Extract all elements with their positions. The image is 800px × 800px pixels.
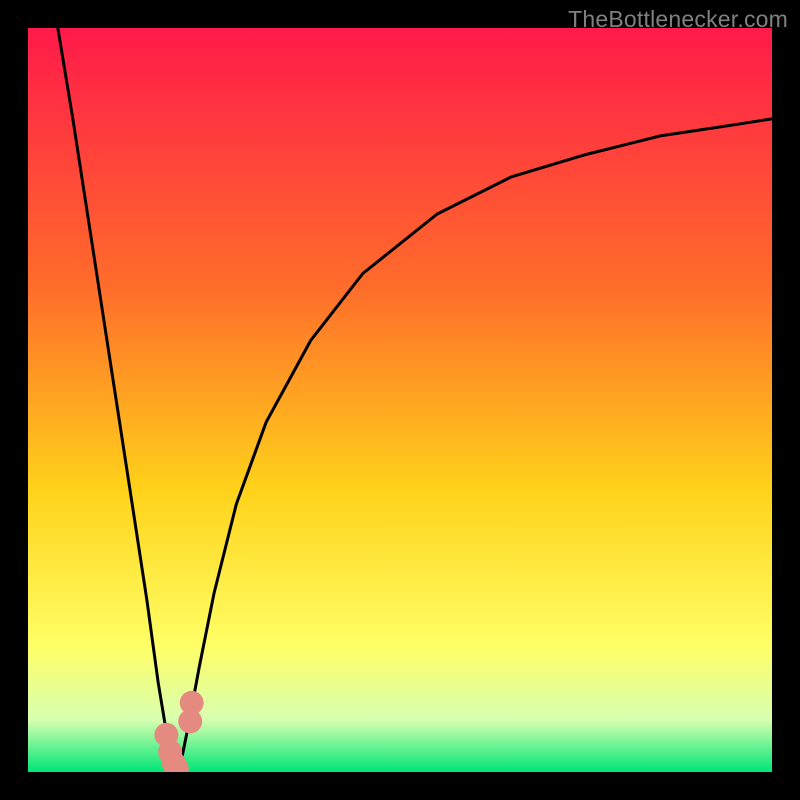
watermark-text: TheBottlenecker.com [568,6,788,33]
plot-area [28,28,772,772]
bottleneck-chart [28,28,772,772]
data-marker [180,691,204,715]
gradient-background [28,28,772,772]
chart-frame: TheBottlenecker.com [0,0,800,800]
